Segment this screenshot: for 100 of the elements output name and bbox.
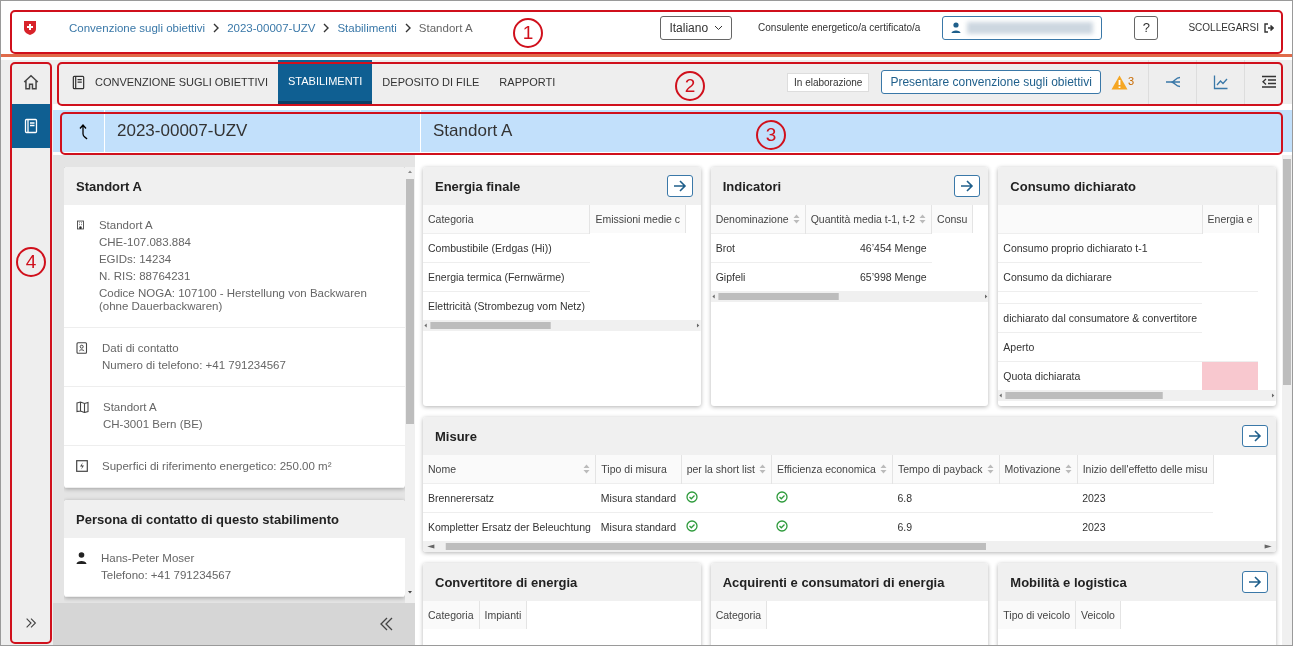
sort-icon[interactable]: [758, 463, 766, 474]
tab[interactable]: CONVENZIONE SUGLI OBIETTIVI: [61, 60, 278, 104]
sort-icon[interactable]: [583, 463, 591, 474]
horizontal-scrollbar[interactable]: [998, 390, 1276, 401]
warning-icon[interactable]: [1110, 74, 1128, 90]
info-line: CHE-107.083.884: [98, 236, 192, 249]
swiss-shield-logo: [23, 19, 37, 36]
double-chevron-right-icon: [24, 616, 38, 630]
chevron-right-icon: [322, 22, 331, 33]
language-select[interactable]: Italiano: [660, 15, 733, 40]
nav-button[interactable]: [11, 104, 51, 148]
column-header: Inizio dell'effetto delle misu: [1077, 455, 1214, 483]
info-line: Codice NOGA: 107100 - Herstellung von Backwaren (ohne Dauerbackwaren): [98, 287, 368, 313]
column-header: Consu: [931, 205, 973, 233]
check-circle-icon: [686, 490, 699, 503]
card-title: Acquirenti e consumatori di energia: [722, 574, 946, 590]
card-title: Consumo dichiarato: [1010, 178, 1137, 194]
column-header[interactable]: Efficienza economica: [771, 455, 893, 483]
card-title: Indicatori: [722, 178, 783, 194]
annotation-number: 1: [513, 18, 543, 48]
table-cell: Consumo da dichiarare: [998, 262, 1203, 291]
column-header[interactable]: Nome: [423, 455, 596, 483]
tab[interactable]: STABILIMENTI: [278, 60, 373, 104]
breadcrumb-link[interactable]: Convenzione sugli obiettivi: [69, 21, 206, 34]
horizontal-scrollbar[interactable]: [423, 320, 701, 331]
table-cell: Brot: [710, 233, 806, 262]
column-header: Impianti: [479, 601, 527, 629]
user-role: Consulente energetico/a certificato/a: [758, 22, 921, 33]
column-header[interactable]: Motivazione: [999, 455, 1078, 483]
column-header: Tipo di misura: [595, 455, 682, 483]
sort-icon[interactable]: [919, 213, 927, 224]
open-button[interactable]: [954, 175, 981, 197]
energy-icon: [76, 460, 88, 472]
table-cell: Brennerersatz: [423, 483, 596, 512]
site-name: Standort A: [432, 120, 513, 142]
card-title: Standort A: [76, 178, 143, 194]
sort-icon[interactable]: [986, 463, 994, 474]
breadcrumb-current: Standort A: [418, 21, 473, 34]
person-icon: [76, 552, 87, 564]
map-icon: [76, 401, 89, 413]
annotation-number: 4: [16, 247, 46, 277]
logout-icon: [1264, 22, 1274, 33]
table-cell: Consumo proprio dichiarato t-1: [998, 233, 1203, 262]
table-cell: dichiarato dal consumatore & convertitore: [998, 303, 1203, 332]
logout-button[interactable]: SCOLLEGARSI: [1188, 22, 1274, 33]
open-button[interactable]: [1242, 425, 1268, 447]
horizontal-scrollbar[interactable]: [423, 541, 1276, 552]
check-circle-icon: [686, 519, 699, 532]
user-field[interactable]: [942, 15, 1103, 40]
annotation-number: 3: [756, 120, 786, 150]
collapse-button[interactable]: [379, 616, 395, 632]
book-icon: [23, 118, 39, 134]
card-title: Energia finale: [435, 178, 522, 194]
open-button[interactable]: [666, 175, 693, 197]
column-header: Tipo di veicolo: [998, 601, 1076, 629]
help-button[interactable]: ?: [1134, 15, 1159, 40]
column-header[interactable]: Denominazione: [710, 205, 806, 233]
info-line: Standort A: [103, 401, 158, 414]
home-icon: [22, 73, 40, 91]
info-line: Hans-Peter Moser: [101, 552, 196, 565]
column-header[interactable]: Tempo di payback: [892, 455, 1000, 483]
card-title: Persona di contatto di questo stabilimento: [76, 511, 340, 527]
table-cell: Aperto: [998, 332, 1203, 361]
person-icon: [951, 22, 962, 33]
sort-icon[interactable]: [1064, 463, 1072, 474]
info-line: N. RIS: 88764231: [98, 270, 192, 283]
column-header[interactable]: per la short list: [681, 455, 772, 483]
tab[interactable]: RAPPORTI: [489, 60, 566, 104]
info-line: Dati di contatto: [102, 342, 180, 355]
submit-button[interactable]: Presentare convenzione sugli obiettivi: [881, 70, 1101, 94]
contact-card-icon: [76, 342, 88, 354]
arrow-right-icon: [1248, 576, 1262, 588]
agreement-number: 2023-00007-UZV: [105, 110, 421, 152]
column-header: Veicolo: [1075, 601, 1121, 629]
info-line: CH-3001 Bern (BE): [103, 418, 203, 431]
arrow-right-icon: [672, 180, 687, 192]
breadcrumb-link[interactable]: 2023-00007-UZV: [227, 21, 316, 34]
column-header: Categoria: [423, 205, 590, 233]
table-cell: Combustibile (Erdgas (Hi)): [423, 233, 590, 262]
column-header: Emissioni medie c: [589, 205, 686, 233]
info-line: Standort A: [98, 219, 154, 232]
card-title: Mobilità e logistica: [1010, 574, 1128, 590]
table-cell: Energia termica (Fernwärme): [423, 262, 590, 291]
tab[interactable]: DEPOSITO DI FILE: [372, 60, 490, 104]
alert-cell: [1202, 361, 1259, 390]
horizontal-scrollbar[interactable]: [710, 291, 989, 302]
chevron-down-icon: [714, 24, 724, 31]
breadcrumb-link[interactable]: Stabilimenti: [337, 21, 397, 34]
column-header: Energia e: [1202, 205, 1259, 233]
double-chevron-left-icon: [379, 616, 395, 632]
sort-icon[interactable]: [879, 463, 887, 474]
card-title: Misure: [435, 428, 478, 444]
table-cell: 46’454 Menge: [805, 233, 932, 262]
line-chart-icon: [1212, 74, 1229, 90]
open-button[interactable]: [1242, 571, 1268, 593]
indent-icon: [1260, 74, 1277, 90]
arrow-right-icon: [960, 180, 975, 192]
column-header[interactable]: Quantità media t-1, t-2: [805, 205, 932, 233]
sort-icon[interactable]: [792, 213, 800, 224]
table-cell: 2023: [1077, 483, 1214, 512]
